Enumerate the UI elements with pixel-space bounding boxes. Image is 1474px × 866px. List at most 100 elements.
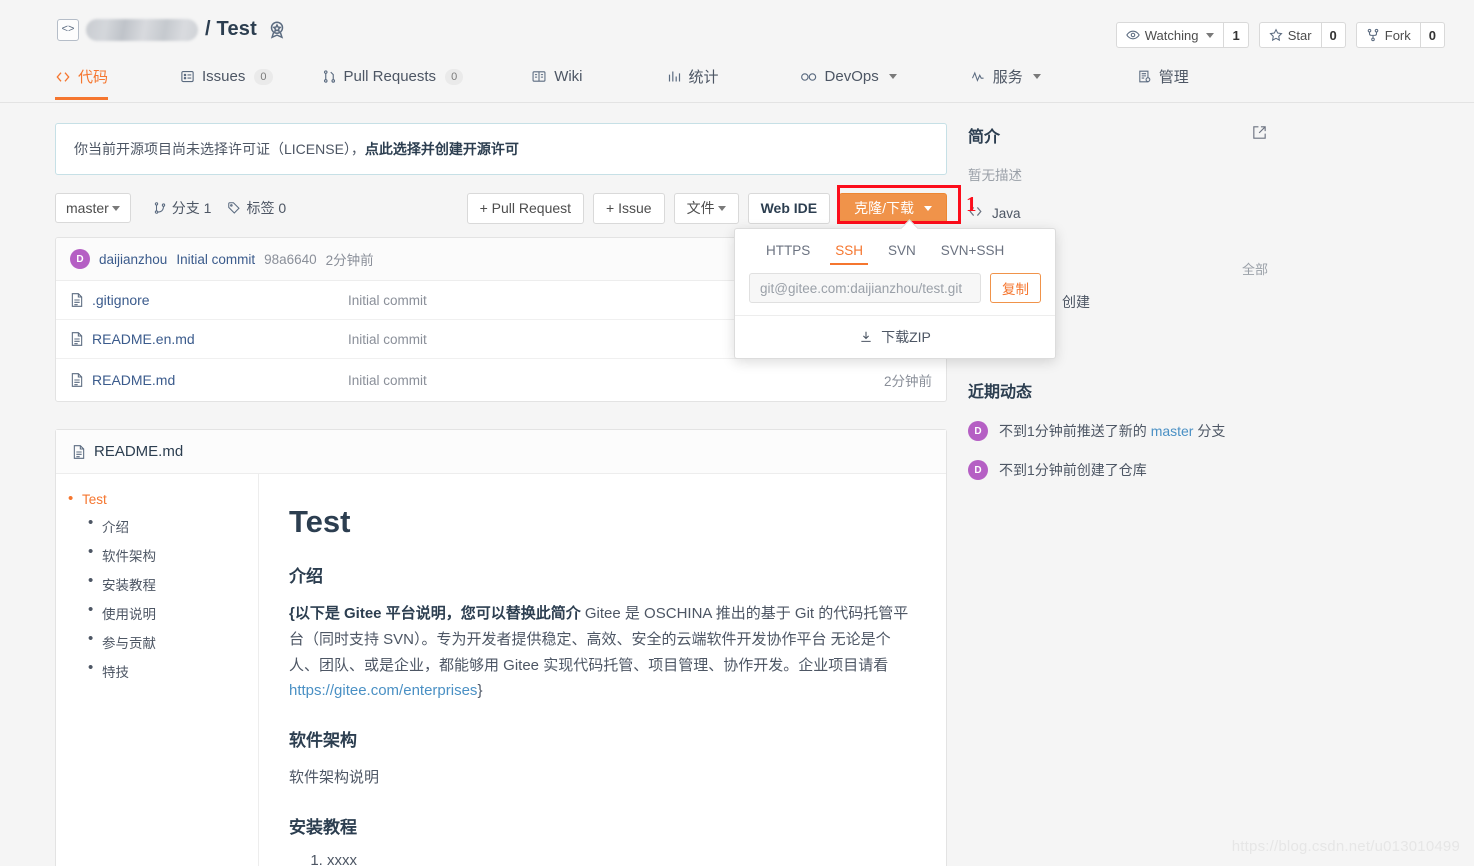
file-name-cell[interactable]: README.en.md [70, 331, 348, 347]
readme-section-intro-title: 介绍 [289, 567, 323, 586]
web-ide-button[interactable]: Web IDE [747, 192, 831, 224]
code-icon [55, 69, 71, 85]
readme-install-steps: xxxx xxxx [289, 852, 916, 866]
fork-button[interactable]: Fork [1355, 22, 1421, 48]
pulse-icon [970, 70, 986, 84]
commit-time: 2分钟前 [325, 253, 374, 268]
license-notice-text: 你当前开源项目尚未选择许可证（LICENSE）， [74, 141, 365, 157]
tab-manage-label: 管理 [1158, 69, 1189, 86]
https-tab[interactable]: HTTPS [757, 238, 819, 267]
readme-header: README.md [56, 430, 946, 474]
chevron-down-icon [1032, 74, 1041, 79]
ssh-tab[interactable]: SSH [826, 238, 872, 267]
edit-icon[interactable] [1251, 124, 1268, 146]
sidebar-create-label[interactable]: 创建 [1062, 292, 1090, 312]
repo-nav-tabs: 代码 Issues 0 Pull Requests 0 Wiki 统计 DevO… [55, 58, 1189, 100]
tab-code-label: 代码 [78, 69, 109, 86]
repo-owner-masked[interactable] [86, 18, 198, 41]
avatar[interactable]: D [968, 460, 988, 480]
chevron-down-icon [1206, 32, 1215, 38]
chevron-down-icon [888, 74, 897, 79]
download-zip-button[interactable]: 下载ZIP [735, 315, 1055, 358]
new-pull-request-button[interactable]: + Pull Request [466, 192, 585, 224]
readme-card: README.md Test 介绍 软件架构 安装教程 使用说明 参与贡献 特技… [55, 429, 947, 866]
file-name: README.en.md [92, 331, 195, 347]
tab-devops[interactable]: DevOps [800, 58, 897, 100]
fork-count[interactable]: 0 [1420, 22, 1445, 48]
tab-issues[interactable]: Issues 0 [180, 58, 273, 100]
readme-h1: Test [289, 504, 351, 539]
list-item: xxxx [327, 852, 916, 866]
repo-title-row: <> / Test [57, 18, 288, 41]
clone-url-input[interactable] [749, 273, 981, 303]
file-icon [73, 444, 85, 459]
readme-filename: README.md [94, 443, 184, 460]
svn-ssh-tab[interactable]: SVN+SSH [932, 238, 1013, 267]
license-notice-link[interactable]: 点此选择并创建开源许可 [365, 141, 519, 157]
license-notice: 你当前开源项目尚未选择许可证（LICENSE），点此选择并创建开源许可 [55, 123, 947, 175]
toc-item-usage[interactable]: 使用说明 [56, 601, 258, 623]
branch-selector[interactable]: master [55, 193, 131, 223]
clone-url-row: 复制 [735, 267, 1055, 315]
tab-code[interactable]: 代码 [55, 58, 109, 100]
toc-item-features[interactable]: 特技 [56, 659, 258, 681]
tab-manage[interactable]: 管理 [1137, 58, 1189, 100]
toc-item-install[interactable]: 安装教程 [56, 572, 258, 594]
repo-meta-links: 分支 1 标签 0 [153, 198, 286, 218]
toc-root-item[interactable]: Test [56, 490, 258, 507]
file-icon [71, 332, 83, 346]
svn-tab[interactable]: SVN [879, 238, 925, 267]
sidebar-language[interactable]: Java [968, 204, 1268, 222]
table-row[interactable]: README.md Initial commit 2分钟前 [56, 359, 946, 401]
tab-services[interactable]: 服务 [970, 58, 1041, 100]
branches-link[interactable]: 分支 1 [153, 198, 211, 218]
tab-pull-requests[interactable]: Pull Requests 0 [322, 58, 464, 100]
file-name: .gitignore [92, 292, 150, 308]
tab-pr-label: Pull Requests [343, 68, 437, 85]
toolbar-right-buttons: + Pull Request + Issue 文件 Web IDE 克隆/下载 [466, 192, 947, 224]
star-button[interactable]: Star [1258, 22, 1322, 48]
repo-name[interactable]: Test [217, 18, 257, 40]
tags-link[interactable]: 标签 0 [227, 198, 286, 218]
readme-section-arch-title: 软件架构 [289, 731, 357, 751]
new-issue-button[interactable]: + Issue [593, 192, 665, 224]
toc-item-architecture[interactable]: 软件架构 [56, 543, 258, 565]
toc-item-contributing[interactable]: 参与贡献 [56, 630, 258, 652]
page-title: / Test [205, 18, 257, 41]
star-count[interactable]: 0 [1321, 22, 1346, 48]
enterprises-link[interactable]: https://gitee.com/enterprises [289, 682, 477, 699]
file-time: 2分钟前 [883, 374, 932, 389]
commit-message[interactable]: Initial commit [176, 252, 255, 267]
clone-download-button[interactable]: 克隆/下载 [839, 192, 947, 224]
avatar[interactable]: D [70, 249, 90, 269]
clone-download-popup: HTTPS SSH SVN SVN+SSH 复制 下载ZIP [734, 228, 1056, 359]
file-name-cell[interactable]: README.md [70, 372, 348, 388]
fork-button-group[interactable]: Fork 0 [1355, 22, 1445, 48]
branch-icon [154, 202, 165, 214]
sidebar-contributors-all-link[interactable]: 全部 [1242, 259, 1268, 278]
clone-download-label: 克隆/下载 [854, 200, 914, 216]
watching-count[interactable]: 1 [1224, 22, 1249, 48]
toc-item-intro[interactable]: 介绍 [56, 514, 258, 536]
file-name-cell[interactable]: .gitignore [70, 292, 348, 308]
activity-text: 不到1分钟前推送了新的 master 分支 [999, 421, 1225, 441]
code-brackets-icon: <> [57, 18, 79, 41]
watching-button[interactable]: Watching [1115, 22, 1225, 48]
watching-button-group[interactable]: Watching 1 [1115, 22, 1249, 48]
copy-button[interactable]: 复制 [990, 273, 1041, 303]
list-item: D 不到1分钟前推送了新的 master 分支 [968, 421, 1268, 441]
activity-branch-link[interactable]: master [1151, 423, 1194, 439]
commit-author[interactable]: daijianzhou [99, 252, 167, 267]
tab-statistics[interactable]: 统计 [667, 58, 719, 100]
file-commit-message: Initial commit [348, 372, 427, 388]
sidebar-intro-header: 简介 [968, 123, 1268, 147]
tab-wiki[interactable]: Wiki [531, 58, 583, 100]
activity-suffix: 分支 [1193, 423, 1226, 439]
commit-sha[interactable]: 98a6640 [264, 252, 317, 267]
chevron-down-icon [924, 205, 932, 211]
star-button-group[interactable]: Star 0 [1258, 22, 1346, 48]
avatar[interactable]: D [968, 421, 988, 441]
file-icon [71, 373, 83, 387]
readme-section-install-title: 安装教程 [289, 817, 357, 837]
files-menu-button[interactable]: 文件 [673, 192, 739, 224]
